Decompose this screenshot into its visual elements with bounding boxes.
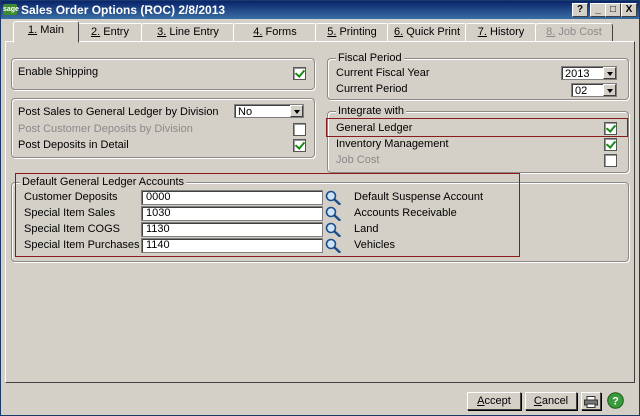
checkmark-icon bbox=[605, 138, 617, 149]
post-customer-deposits-checkbox[interactable] bbox=[293, 123, 306, 136]
svg-text:?: ? bbox=[612, 396, 619, 408]
help-button[interactable]: ? bbox=[605, 392, 625, 410]
integrate-with-legend: Integrate with bbox=[336, 105, 407, 117]
post-sales-gl-by-division-select[interactable]: No bbox=[234, 104, 304, 118]
gl-accounts-highlight bbox=[15, 173, 520, 257]
enable-shipping-checkbox[interactable] bbox=[293, 67, 306, 80]
post-customer-deposits-label: Post Customer Deposits by Division bbox=[18, 123, 193, 135]
fiscal-period-legend: Fiscal Period bbox=[336, 52, 404, 64]
inventory-management-label: Inventory Management bbox=[336, 138, 449, 150]
maximize-button[interactable]: □ bbox=[605, 3, 621, 17]
post-deposits-in-detail-label: Post Deposits in Detail bbox=[18, 139, 129, 151]
shipping-panel: Enable Shipping bbox=[11, 58, 315, 90]
current-period-label: Current Period bbox=[336, 83, 408, 95]
sales-order-options-window: sage Sales Order Options (ROC) 2/8/2013 … bbox=[0, 0, 640, 416]
general-ledger-highlight bbox=[326, 118, 628, 137]
current-period-value: 02 bbox=[575, 85, 588, 97]
inventory-management-checkbox[interactable] bbox=[604, 138, 617, 151]
job-cost-label: Job Cost bbox=[336, 154, 380, 166]
post-sales-gl-by-division-value: No bbox=[238, 106, 253, 118]
chevron-down-icon[interactable] bbox=[290, 105, 303, 117]
tab-main[interactable]: 1. Main bbox=[13, 21, 79, 43]
help-icon: ? bbox=[606, 392, 624, 409]
posting-panel: Post Sales to General Ledger by Division… bbox=[11, 98, 315, 158]
minimize-button[interactable]: _ bbox=[590, 3, 606, 17]
tab-strip: 1. Main 2. Entry 3. Line Entry 4. Forms … bbox=[5, 21, 635, 43]
checkmark-icon bbox=[294, 67, 306, 78]
main-tab-page: Enable Shipping Post Sales to General Le… bbox=[5, 41, 635, 383]
tab-line-entry[interactable]: 3. Line Entry bbox=[141, 23, 235, 42]
cancel-button[interactable]: Cancel bbox=[525, 392, 577, 410]
tab-printing[interactable]: 5. Printing bbox=[315, 23, 389, 42]
close-button[interactable]: X bbox=[621, 3, 637, 17]
post-sales-gl-by-division-label: Post Sales to General Ledger by Division bbox=[18, 106, 219, 118]
job-cost-checkbox[interactable] bbox=[604, 154, 617, 167]
chevron-down-icon[interactable] bbox=[603, 84, 616, 96]
tab-history[interactable]: 7. History bbox=[465, 23, 537, 42]
title-bar[interactable]: sage Sales Order Options (ROC) 2/8/2013 … bbox=[1, 1, 639, 19]
accept-button[interactable]: Accept bbox=[467, 392, 521, 410]
current-fiscal-year-value: 2013 bbox=[565, 68, 590, 80]
current-fiscal-year-select[interactable]: 2013 bbox=[561, 66, 617, 80]
tab-forms[interactable]: 4. Forms bbox=[233, 23, 317, 42]
help-title-button[interactable]: ? bbox=[572, 3, 588, 17]
tab-job-cost: 8. Job Cost bbox=[535, 23, 613, 42]
window-title: Sales Order Options (ROC) 2/8/2013 bbox=[21, 3, 226, 17]
tab-quick-print[interactable]: 6. Quick Print bbox=[387, 23, 467, 42]
post-deposits-in-detail-checkbox[interactable] bbox=[293, 139, 306, 152]
current-period-select[interactable]: 02 bbox=[571, 83, 617, 97]
printer-icon bbox=[584, 396, 598, 408]
fiscal-period-panel: Fiscal Period Current Fiscal Year 2013 C… bbox=[327, 52, 629, 100]
chevron-down-icon[interactable] bbox=[603, 67, 616, 79]
tab-entry[interactable]: 2. Entry bbox=[77, 23, 143, 42]
sage-logo-icon: sage bbox=[3, 4, 19, 15]
enable-shipping-label: Enable Shipping bbox=[18, 66, 99, 78]
current-fiscal-year-label: Current Fiscal Year bbox=[336, 67, 430, 79]
print-button[interactable] bbox=[581, 392, 601, 410]
checkmark-icon bbox=[294, 139, 306, 150]
